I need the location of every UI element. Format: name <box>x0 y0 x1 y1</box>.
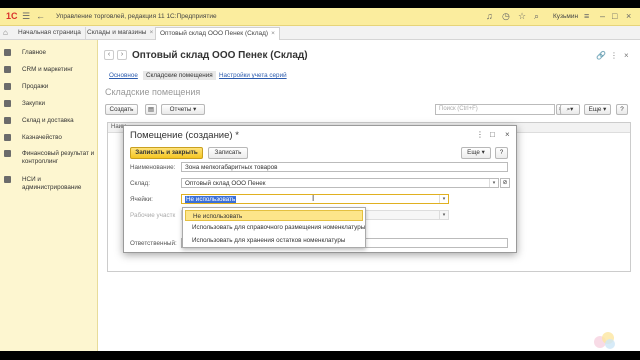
history-icon[interactable]: ◷ <box>502 11 510 21</box>
work-areas-label: Рабочие участк <box>130 212 176 219</box>
letterbox-top <box>0 0 640 8</box>
settings-icon[interactable]: ≡ <box>584 11 589 21</box>
dropdown-option[interactable]: Использовать для хранения остатков номен… <box>185 235 363 246</box>
chevron-down-icon[interactable]: ▾ <box>489 179 498 187</box>
dropdown-option[interactable]: Не использовать <box>185 210 363 221</box>
sidebar-item-label: Казначейство <box>22 134 62 141</box>
chevron-down-icon: ▾ <box>439 211 448 219</box>
subtab-main[interactable]: Основное <box>109 72 138 79</box>
reports-button[interactable]: Отчеты ▾ <box>161 104 205 115</box>
help-button[interactable]: ? <box>616 104 628 115</box>
reports-label: Отчеты <box>169 106 192 113</box>
dialog-title: Помещение (создание) * <box>130 130 239 141</box>
name-field[interactable]: Зона мелкогабаритных товаров <box>181 162 508 172</box>
back-button[interactable]: ‹ <box>104 50 114 60</box>
sidebar-item-label: НСИ и администрирование <box>22 176 82 191</box>
cells-select[interactable]: Не использовать ▾ <box>181 194 449 204</box>
responsible-label: Ответственный: <box>130 240 177 247</box>
search-button[interactable]: ⌕▾ <box>560 104 580 115</box>
create-button[interactable]: Создать <box>105 104 138 115</box>
subtab-rooms[interactable]: Складские помещения <box>143 71 216 80</box>
finance-icon <box>4 150 11 157</box>
cells-dropdown-list: Не использовать Использовать для справоч… <box>182 207 366 248</box>
sidebar-item-label: CRM и маркетинг <box>22 66 73 73</box>
subtab-series-settings[interactable]: Настройки учета серий <box>219 72 287 79</box>
help-button[interactable]: ? <box>495 147 508 159</box>
title-bar: 1С ☰ ← Управление торговлей, редакция 11… <box>0 8 640 26</box>
warehouse-field[interactable]: Оптовый склад ООО Пенек ▾ <box>181 178 499 188</box>
dropdown-option[interactable]: Использовать для справочного размещения … <box>185 222 365 233</box>
crm-icon <box>4 66 11 73</box>
save-close-button[interactable]: Записать и закрыть <box>130 147 203 159</box>
app-logo: 1С <box>6 11 18 21</box>
search-icon[interactable]: ⌕ <box>534 11 539 21</box>
tab-home[interactable]: Начальная страница <box>14 27 86 40</box>
app-window: 1С ☰ ← Управление торговлей, редакция 11… <box>0 8 640 351</box>
cart-icon <box>4 100 11 107</box>
user-name[interactable]: Кузьмин <box>553 13 578 20</box>
search-input[interactable]: Поиск (Ctrl+F) <box>435 104 555 115</box>
text-cursor-icon: I <box>312 194 315 203</box>
more-label: Еще <box>467 149 480 156</box>
maximize-icon[interactable]: □ <box>612 11 617 21</box>
more-label: Еще <box>588 106 602 113</box>
sidebar-item-label: Главное <box>22 49 47 56</box>
sidebar-item-label: Закупки <box>22 100 45 107</box>
back-arrow-icon[interactable]: ← <box>36 11 45 21</box>
cells-selected-value: Не использовать <box>185 196 237 203</box>
tab-bar: ⌂ Начальная страница Склады и магазины × … <box>0 26 640 40</box>
letterbox-bottom <box>0 351 640 360</box>
menu-icon[interactable]: ☰ <box>22 11 30 21</box>
tab-close-icon[interactable]: × <box>149 29 153 36</box>
sidebar-item-label: Финансовый результат и контроллинг <box>22 150 95 165</box>
close-icon[interactable]: × <box>626 11 631 21</box>
more-button[interactable]: Еще ▾ <box>584 104 611 115</box>
more-button[interactable]: Еще ▾ <box>461 147 491 159</box>
sidebar: Главное CRM и маркетинг Продажи Закупки … <box>0 40 98 351</box>
save-button[interactable]: Записать <box>208 147 248 159</box>
open-link-icon[interactable]: ⊘ <box>500 178 510 188</box>
bell-icon[interactable]: ♫ <box>486 11 493 21</box>
link-icon[interactable]: 🔗 <box>596 51 606 60</box>
gear-icon <box>4 176 11 183</box>
close-icon[interactable]: × <box>624 51 629 60</box>
tab-close-icon[interactable]: × <box>271 30 275 37</box>
maximize-icon[interactable]: □ <box>490 131 495 139</box>
watermark-logo <box>594 332 615 349</box>
home-icon[interactable]: ⌂ <box>3 28 8 37</box>
close-icon[interactable]: × <box>505 131 510 139</box>
tab-label: Начальная страница <box>18 29 81 36</box>
print-icon[interactable]: ▤ <box>145 104 157 115</box>
sales-icon <box>4 83 11 90</box>
tab-label: Склады и магазины <box>87 29 147 36</box>
menu-icon <box>4 49 11 56</box>
warehouse-icon <box>4 117 11 124</box>
warehouse-value: Оптовый склад ООО Пенек <box>185 180 266 187</box>
tab-warehouse-item[interactable]: Оптовый склад ООО Пенек (Склад) × <box>155 27 280 40</box>
chevron-down-icon[interactable]: ▾ <box>439 195 448 203</box>
minimize-icon[interactable]: – <box>600 11 605 21</box>
tab-warehouses[interactable]: Склады и магазины × <box>83 27 159 40</box>
warehouse-label: Склад: <box>130 180 150 187</box>
app-title: Управление торговлей, редакция 11 1С:Пре… <box>56 13 217 20</box>
tab-label: Оптовый склад ООО Пенек (Склад) <box>160 30 269 37</box>
treasury-icon <box>4 134 11 141</box>
forward-button[interactable]: › <box>117 50 127 60</box>
sidebar-item-label: Продажи <box>22 83 49 90</box>
more-vertical-icon[interactable]: ⋮ <box>610 51 618 60</box>
sidebar-item-label: Склад и доставка <box>22 117 74 124</box>
section-title: Складские помещения <box>105 87 201 97</box>
cells-label: Ячейки: <box>130 196 153 203</box>
more-vertical-icon[interactable]: ⋮ <box>476 131 484 139</box>
name-label: Наименование: <box>130 164 176 171</box>
page-title: Оптовый склад ООО Пенек (Склад) <box>132 50 308 61</box>
favorites-icon[interactable]: ☆ <box>518 11 526 21</box>
